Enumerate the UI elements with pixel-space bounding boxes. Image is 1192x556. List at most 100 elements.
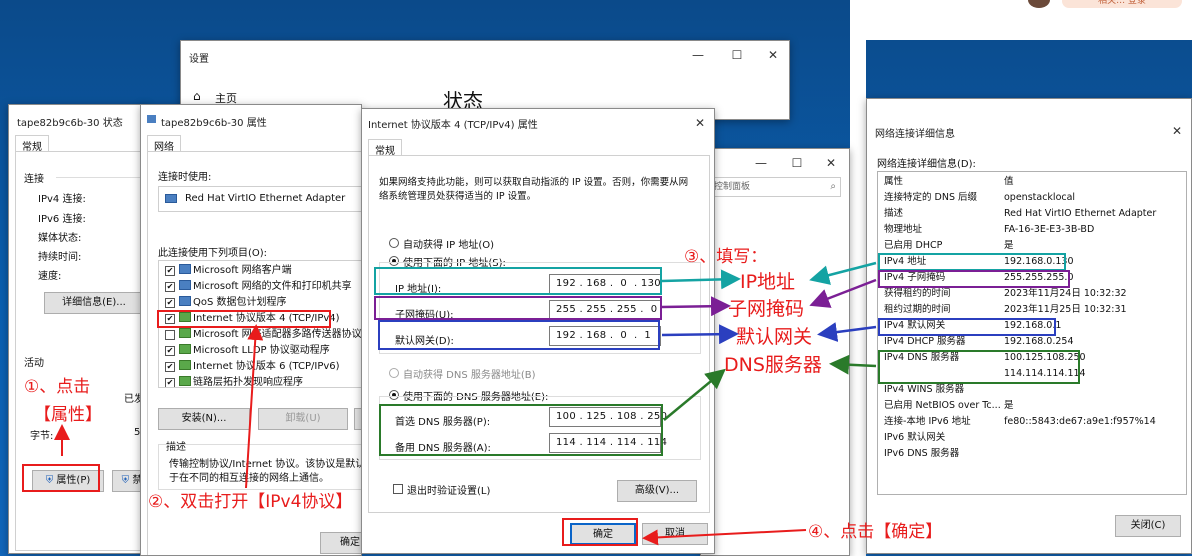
list-item-label: Microsoft 网络客户端 (193, 265, 292, 276)
description-text: 于在不同的相互连接的网络上通信。 (169, 473, 329, 484)
description-text: 传输控制协议/Internet 协议。该协议是默认的 (169, 459, 362, 470)
highlight-mask-field (374, 296, 662, 320)
adapter-box: Red Hat VirtIO Ethernet Adapter (158, 186, 361, 212)
annotation-step4: ④、点击【确定】 (808, 522, 943, 542)
row-value: FA-16-3E-E3-3B-BD (1004, 224, 1095, 235)
details-label: 网络连接详细信息(D): (877, 159, 976, 170)
table-row[interactable]: IPv4 DHCP 服务器 192.168.0.254 (878, 334, 1186, 350)
row-key: IPv6 DNS 服务器 (884, 448, 960, 459)
grid-header: 属性 值 (878, 174, 1186, 190)
list-item[interactable]: Microsoft 网络适配器多路传送器协议 (165, 327, 361, 343)
window-title: 设置 (189, 54, 209, 65)
annotation-ip: IP地址 (740, 271, 796, 293)
status-row: IPv6 连接: (38, 214, 86, 225)
checkbox[interactable] (165, 330, 175, 340)
row-value: 2023年11月25日 10:32:31 (1004, 304, 1127, 315)
connect-using-label: 连接时使用: (158, 172, 212, 183)
table-row[interactable]: 已启用 NetBIOS over Tc... 是 (878, 398, 1186, 414)
shield-icon: ⛨ (121, 475, 130, 486)
table-row[interactable]: 物理地址 FA-16-3E-E3-3B-BD (878, 222, 1186, 238)
auto-dns-radio[interactable] (389, 368, 399, 378)
table-row[interactable]: IPv6 默认网关 (878, 430, 1186, 446)
ok-button[interactable]: 确定 (320, 532, 361, 554)
checkbox[interactable] (165, 266, 175, 276)
checkbox[interactable] (165, 346, 175, 356)
annotation-mask: 子网掩码 (728, 298, 805, 320)
avatar[interactable] (1028, 0, 1050, 8)
minimize-icon[interactable]: — (749, 153, 773, 173)
col-property: 属性 (884, 176, 904, 187)
list-item[interactable]: 链路层拓扑发现响应程序 (165, 375, 303, 388)
validate-label[interactable]: 退出时验证设置(L) (407, 482, 490, 497)
row-key: 租约过期的时间 (884, 304, 951, 315)
list-item[interactable]: QoS 数据包计划程序 (165, 295, 287, 311)
window-title: Internet 协议版本 4 (TCP/IPv4) 属性 (368, 120, 538, 131)
close-icon[interactable]: ✕ (1165, 121, 1189, 141)
list-item[interactable]: Microsoft LLDP 协议驱动程序 (165, 343, 330, 359)
row-value: 是 (1004, 400, 1014, 411)
protocol-icon (179, 344, 191, 354)
list-item[interactable]: Microsoft 网络的文件和打印机共享 (165, 279, 352, 295)
share-icon (179, 280, 191, 290)
list-item[interactable]: Microsoft 网络客户端 (165, 263, 292, 279)
list-item-label: Microsoft 网络的文件和打印机共享 (193, 281, 352, 292)
checkbox[interactable] (165, 378, 175, 387)
validate-checkbox[interactable] (393, 484, 403, 494)
list-item-label: QoS 数据包计划程序 (193, 297, 287, 308)
list-item[interactable]: Internet 协议版本 6 (TCP/IPv6) (165, 359, 340, 375)
advanced-button[interactable]: 高级(V)... (617, 480, 697, 502)
install-button[interactable]: 安装(N)... (158, 408, 250, 430)
browser-pill[interactable]: 相关… 登录 (1062, 0, 1182, 8)
uninstall-button[interactable]: 卸载(U) (258, 408, 348, 430)
highlight-ipv4-item (157, 310, 331, 328)
table-row[interactable]: 获得租约的时间 2023年11月24日 10:32:32 (878, 286, 1186, 302)
window-title: tape82b9c6b-30 属性 (161, 118, 267, 129)
table-row[interactable]: 描述 Red Hat VirtIO Ethernet Adapter (878, 206, 1186, 222)
status-row: 媒体状态: (38, 233, 82, 244)
list-item-label: Internet 协议版本 6 (TCP/IPv6) (193, 361, 340, 372)
table-row[interactable]: IPv6 DNS 服务器 (878, 446, 1186, 462)
close-icon[interactable]: ✕ (819, 153, 843, 173)
row-key: IPv4 DHCP 服务器 (884, 336, 966, 347)
close-button[interactable]: 关闭(C) (1115, 515, 1181, 537)
table-row[interactable]: 租约过期的时间 2023年11月25日 10:32:31 (878, 302, 1186, 318)
auto-ip-label[interactable]: 自动获得 IP 地址(O) (403, 236, 494, 251)
window-title: tape82b9c6b-30 状态 (17, 118, 123, 129)
search-input[interactable]: 控制面板 ⌕ (701, 177, 841, 197)
maximize-icon[interactable]: ☐ (725, 45, 749, 65)
annotation-step2: ②、双击打开【IPv4协议】 (148, 492, 353, 512)
close-icon[interactable]: ✕ (688, 113, 712, 133)
table-row[interactable]: 已启用 DHCP 是 (878, 238, 1186, 254)
list-item-label: 链路层拓扑发现响应程序 (193, 377, 303, 388)
minimize-icon[interactable]: — (686, 45, 710, 65)
table-row[interactable]: 连接-本地 IPv6 地址 fe80::5843:de67:a9e1:f957%1… (878, 414, 1186, 430)
table-row[interactable]: IPv4 WINS 服务器 (878, 382, 1186, 398)
highlight-properties-button (22, 464, 100, 492)
row-value: 192.168.0.254 (1004, 336, 1074, 347)
annotation-step1: ①、点击 (24, 377, 91, 397)
checkbox[interactable] (165, 298, 175, 308)
row-key: IPv6 默认网关 (884, 432, 946, 443)
search-placeholder: 控制面板 (714, 182, 751, 192)
search-icon: ⌕ (830, 181, 836, 192)
cancel-button[interactable]: 取消 (642, 523, 708, 545)
auto-ip-radio[interactable] (389, 238, 399, 248)
auto-dns-label[interactable]: 自动获得 DNS 服务器地址(B) (403, 366, 536, 381)
browser-area-left (850, 0, 866, 556)
table-row[interactable]: 连接特定的 DNS 后缀 openstacklocal (878, 190, 1186, 206)
window-title: 网络连接详细信息 (875, 129, 955, 140)
list-item-label: Microsoft LLDP 协议驱动程序 (193, 345, 330, 356)
highlight-mask (878, 270, 1070, 288)
adapter-name: Red Hat VirtIO Ethernet Adapter (185, 193, 346, 204)
row-key: 描述 (884, 208, 904, 219)
checkbox[interactable] (165, 362, 175, 372)
close-icon[interactable]: ✕ (761, 45, 785, 65)
highlight-dns (878, 350, 1080, 384)
highlight-ipv4 (878, 253, 1066, 271)
maximize-icon[interactable]: ☐ (785, 153, 809, 173)
checkbox[interactable] (165, 282, 175, 292)
protocol-icon (179, 360, 191, 370)
intro-text: 络系统管理员处获得适当的 IP 设置。 (379, 191, 537, 202)
home-icon[interactable]: ⌂ (193, 89, 201, 103)
details-button[interactable]: 详细信息(E)... (44, 292, 144, 314)
